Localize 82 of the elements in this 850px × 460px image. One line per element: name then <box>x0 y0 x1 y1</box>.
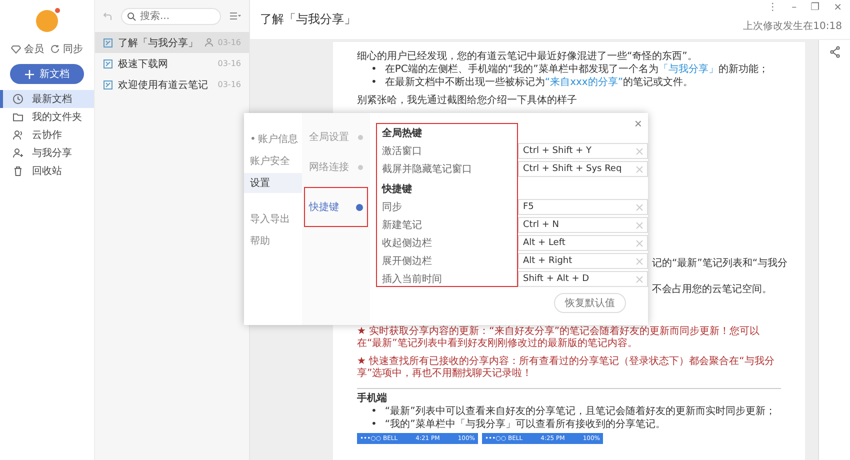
sync-icon[interactable] <box>50 44 60 54</box>
settings-nav-item[interactable]: • 账户信息 <box>244 129 302 149</box>
note-item[interactable]: 极速下载网 03-16 <box>95 53 249 74</box>
person-plus-icon <box>12 147 24 159</box>
clear-icon[interactable] <box>636 276 643 282</box>
sidebar-item[interactable]: 与我分享 <box>0 144 94 162</box>
sidebar-item[interactable]: 我的文件夹 <box>0 108 94 126</box>
vip-link[interactable]: 会员 <box>24 42 44 56</box>
people-icon <box>12 129 24 141</box>
close-button[interactable]: × <box>634 116 642 131</box>
notice-paragraph: ★ 快速查找所有已接收的分享内容：所有查看过的分享笔记（登录状态下）都会聚合在“与我分享”选项中，再也不用翻找聊天记录啦！ <box>357 356 776 380</box>
plus-icon <box>24 70 34 78</box>
clear-icon[interactable] <box>636 240 643 246</box>
last-modified-text: 上次修改发生在10:18 <box>743 20 842 33</box>
shortcut-label: 截屏并隐藏笔记窗口 <box>381 162 473 177</box>
note-item[interactable]: 了解「与我分享」 03-16 <box>95 32 249 53</box>
sidebar-item[interactable]: 最新文档 <box>0 90 94 108</box>
new-document-button[interactable]: 新文档 <box>10 64 84 84</box>
group-heading: 快捷键 <box>380 182 413 197</box>
bullet-mark: • <box>371 64 377 76</box>
bullet-text: 在最新文档中不断出现一些被标记为“来自xxx的分享”的笔记或文件。 <box>384 77 694 89</box>
shortcut-label: 同步 <box>381 200 403 215</box>
shortcut-label: 激活窗口 <box>381 144 423 159</box>
group-heading: 全局热键 <box>381 126 423 141</box>
note-date: 03-16 <box>218 38 241 47</box>
back-icon[interactable] <box>103 11 113 21</box>
search-field[interactable]: 搜索... <box>121 8 221 24</box>
clear-icon[interactable] <box>636 258 643 264</box>
shortcut-label: 插入当前时间 <box>381 272 443 287</box>
shortcut-field[interactable]: Alt + Left <box>518 235 648 251</box>
window-control[interactable]: × <box>834 2 842 13</box>
shortcut-label: 新建笔记 <box>381 218 423 233</box>
clock-icon <box>12 93 24 105</box>
folder-icon <box>12 111 24 123</box>
shortcut-field[interactable]: Ctrl + Shift + Y <box>518 143 648 159</box>
paragraph: 不会占用您的云笔记空间。 <box>652 284 772 295</box>
shortcut-field[interactable]: Ctrl + Shift + Sys Req <box>518 161 648 177</box>
diamond-icon <box>11 44 21 54</box>
clear-icon[interactable] <box>636 222 643 228</box>
settings-nav-item[interactable]: 设置 <box>244 173 302 193</box>
menu-icon[interactable] <box>229 11 241 21</box>
trash-icon <box>12 165 24 177</box>
note-date: 03-16 <box>218 80 241 89</box>
window-control[interactable]: – <box>792 2 797 13</box>
note-icon <box>103 58 113 68</box>
clear-icon[interactable] <box>636 166 643 172</box>
reset-defaults-button[interactable]: 恢复默认值 <box>554 293 626 313</box>
notice-paragraph: ★ 实时获取分享内容的更新：“来自好友分享”的笔记会随着好友的更新而同步更新！您可以在“最新”笔记列表中看到好友刚刚修改过的最新版的笔记内容。 <box>357 326 761 350</box>
sidebar-item[interactable]: 回收站 <box>0 162 94 180</box>
avatar[interactable] <box>36 10 58 32</box>
note-icon <box>103 38 113 48</box>
bullet-mark: • <box>371 419 377 431</box>
shortcut-field[interactable]: Ctrl + N <box>518 217 648 233</box>
shortcut-label: 展开侧边栏 <box>381 254 433 269</box>
bullet-text: 在PC端的左侧栏、手机端的“我的”菜单栏中都发现了一个名为「与我分享」的新功能； <box>384 64 768 76</box>
note-item[interactable]: 欢迎使用有道云笔记 03-16 <box>95 74 249 95</box>
shortcut-label: 收起侧边栏 <box>381 236 433 251</box>
note-title: 了解「与我分享」 <box>260 11 356 28</box>
bullet-text: “我的”菜单栏中「与我分享」可以查看所有接收到的分享笔记。 <box>384 419 666 431</box>
shortcut-field[interactable]: Shift + Alt + D <box>518 271 648 287</box>
settings-nav-item[interactable]: 帮助 <box>244 231 302 251</box>
bullet-text: “最新”列表中可以查看来自好友的分享笔记，且笔记会随着好友的更新而实时同步更新； <box>384 406 776 418</box>
note-icon <box>103 80 113 90</box>
note-date: 03-16 <box>218 59 241 68</box>
clear-icon[interactable] <box>636 148 643 154</box>
section-heading: 手机端 <box>357 388 781 405</box>
window-control[interactable]: ❐ <box>810 2 820 13</box>
bullet-mark: • <box>371 406 377 418</box>
sidebar-item[interactable]: 云协作 <box>0 126 94 144</box>
shortcut-field[interactable]: F5 <box>518 199 648 215</box>
clear-icon[interactable] <box>636 204 643 210</box>
settings-nav-item[interactable]: 账户安全 <box>244 151 302 171</box>
settings-nav-item[interactable]: 导入导出 <box>244 209 302 229</box>
paragraph: 细心的用户已经发现，您的有道云笔记中最近好像混进了一些“奇怪的东西”。 <box>357 51 698 63</box>
settings-section-item[interactable]: 快捷键 <box>304 187 368 227</box>
shortcut-field[interactable]: Alt + Right <box>518 253 648 269</box>
paragraph: 记的“最新”笔记列表和“与我分 <box>652 258 788 269</box>
bullet-mark: • <box>371 77 377 89</box>
window-control[interactable]: ⋮ <box>768 2 778 13</box>
share-icon[interactable] <box>830 46 840 58</box>
paragraph: 别紧张哈，我先通过截图给您介绍一下具体的样子 <box>357 95 578 107</box>
sync-link[interactable]: 同步 <box>63 42 83 56</box>
